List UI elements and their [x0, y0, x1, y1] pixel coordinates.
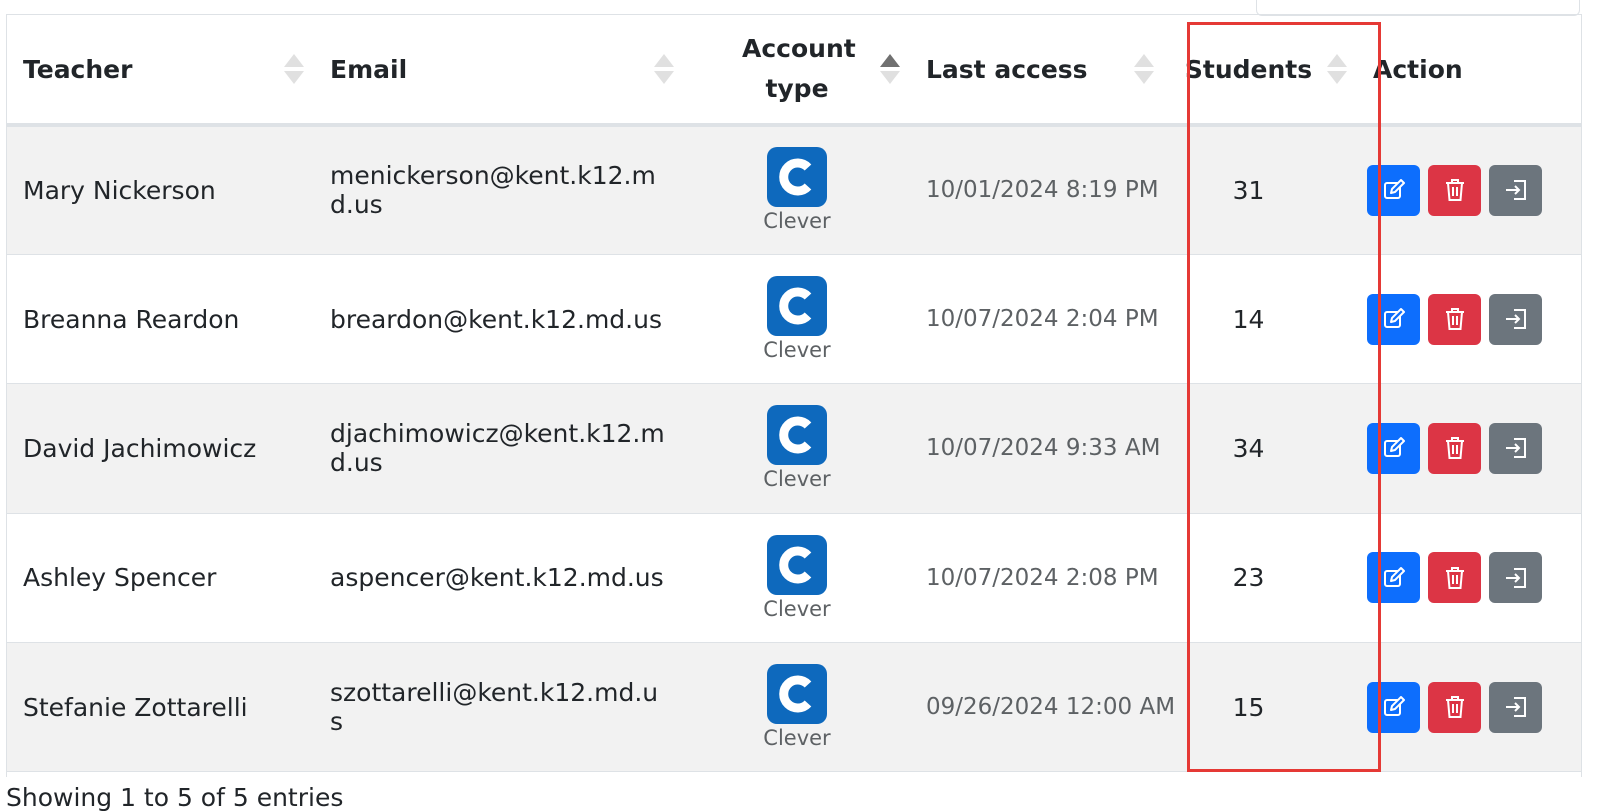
action-cell [1357, 384, 1581, 513]
account-type-cell: Clever [684, 384, 910, 513]
last-access: 10/01/2024 8:19 PM [926, 177, 1159, 204]
edit-button[interactable] [1367, 552, 1420, 604]
edit-button[interactable] [1367, 164, 1420, 216]
clever-logo-icon [767, 405, 827, 466]
edit-button[interactable] [1367, 293, 1420, 345]
login-as-button[interactable] [1489, 552, 1542, 604]
clever-logo-icon [767, 276, 827, 337]
teacher-email: breardon@kent.k12.md.us [330, 304, 662, 334]
trash-icon [1445, 308, 1464, 331]
sort-asc-icon [880, 52, 900, 86]
login-as-button[interactable] [1489, 293, 1542, 345]
account-type-cell: Clever [684, 643, 910, 772]
login-as-button[interactable] [1489, 422, 1542, 474]
table-row: Breanna Reardon breardon@kent.k12.md.us … [7, 254, 1581, 384]
account-type-label: Clever [763, 467, 831, 492]
student-count: 14 [1232, 304, 1265, 334]
student-count: 23 [1232, 563, 1265, 593]
col-header-account-type[interactable]: Account type [684, 15, 910, 127]
trash-icon [1445, 179, 1464, 202]
table-info: Showing 1 to 5 of 5 entries [6, 783, 344, 812]
col-header-label: Students [1184, 54, 1313, 84]
col-header-label: Teacher [23, 54, 133, 84]
login-icon [1505, 567, 1526, 588]
delete-button[interactable] [1428, 293, 1481, 345]
action-cell [1357, 643, 1581, 772]
delete-button[interactable] [1428, 164, 1481, 216]
teacher-email: djachimowicz@kent.k12.md.us [330, 419, 665, 478]
teacher-name: Mary Nickerson [23, 175, 216, 205]
trash-icon [1445, 437, 1464, 460]
edit-icon [1383, 437, 1405, 458]
edit-icon [1383, 308, 1405, 329]
col-header-label: Account type [742, 34, 856, 103]
table-row: Stefanie Zottarelli szottarelli@kent.k12… [7, 642, 1581, 772]
col-header-last-access[interactable]: Last access [910, 15, 1164, 127]
action-cell [1357, 254, 1581, 383]
login-as-button[interactable] [1489, 681, 1542, 733]
student-count: 31 [1232, 175, 1265, 205]
clever-logo-icon [767, 534, 827, 595]
col-header-teacher[interactable]: Teacher [7, 15, 314, 127]
col-header-label: Action [1373, 54, 1463, 84]
teacher-email: aspencer@kent.k12.md.us [330, 563, 664, 593]
teacher-name: Ashley Spencer [23, 563, 217, 593]
teacher-name: Stefanie Zottarelli [23, 692, 248, 722]
login-as-button[interactable] [1489, 164, 1542, 216]
edit-icon [1383, 179, 1405, 200]
edit-icon [1383, 696, 1405, 717]
edit-icon [1383, 566, 1405, 587]
sort-icon [284, 52, 304, 86]
login-icon [1505, 309, 1526, 330]
account-type-cell: Clever [684, 254, 910, 383]
table-row: Mary Nickerson menickerson@kent.k12.md.u… [7, 125, 1581, 255]
col-header-students[interactable]: Students [1164, 15, 1357, 127]
last-access: 09/26/2024 12:00 AM [926, 694, 1176, 721]
last-access: 10/07/2024 2:04 PM [926, 306, 1159, 333]
last-access: 10/07/2024 2:08 PM [926, 564, 1159, 591]
edit-button[interactable] [1367, 422, 1420, 474]
col-header-label: Email [330, 54, 408, 84]
delete-button[interactable] [1428, 681, 1481, 733]
account-type-label: Clever [763, 209, 831, 234]
student-count: 34 [1232, 433, 1265, 463]
last-access: 10/07/2024 9:33 AM [926, 435, 1161, 462]
sort-icon [654, 52, 674, 86]
teacher-email: szottarelli@kent.k12.md.us [330, 678, 659, 737]
sort-icon [1327, 52, 1347, 86]
account-type-label: Clever [763, 338, 831, 363]
table-header-row: Teacher Email Account type Last access S… [7, 15, 1581, 127]
account-type-cell: Clever [684, 513, 910, 642]
delete-button[interactable] [1428, 552, 1481, 604]
account-type-label: Clever [763, 726, 831, 751]
account-type-cell: Clever [684, 125, 910, 254]
teacher-name: Breanna Reardon [23, 304, 240, 334]
clever-logo-icon [767, 147, 827, 208]
table-row: David Jachimowicz djachimowicz@kent.k12.… [7, 383, 1581, 514]
action-cell [1357, 125, 1581, 254]
login-icon [1505, 697, 1526, 718]
teacher-email: menickerson@kent.k12.md.us [330, 161, 656, 220]
sort-icon [1134, 52, 1154, 86]
table-body: Mary Nickerson menickerson@kent.k12.md.u… [7, 125, 1581, 772]
delete-button[interactable] [1428, 422, 1481, 474]
teachers-table: Teacher Email Account type Last access S… [7, 15, 1581, 772]
edit-button[interactable] [1367, 681, 1420, 733]
login-icon [1505, 180, 1526, 201]
login-icon [1505, 438, 1526, 459]
action-cell [1357, 513, 1581, 642]
col-header-email[interactable]: Email [314, 15, 684, 127]
teacher-name: David Jachimowicz [23, 433, 257, 463]
col-header-label: Last access [926, 54, 1088, 84]
table-row: Ashley Spencer aspencer@kent.k12.md.us C… [7, 513, 1581, 643]
col-header-action: Action [1357, 15, 1581, 127]
trash-icon [1445, 696, 1464, 719]
account-type-label: Clever [763, 596, 831, 621]
student-count: 15 [1232, 692, 1265, 722]
clever-logo-icon [767, 664, 827, 725]
teachers-table-container: Teacher Email Account type Last access S… [6, 14, 1582, 777]
trash-icon [1445, 566, 1464, 589]
